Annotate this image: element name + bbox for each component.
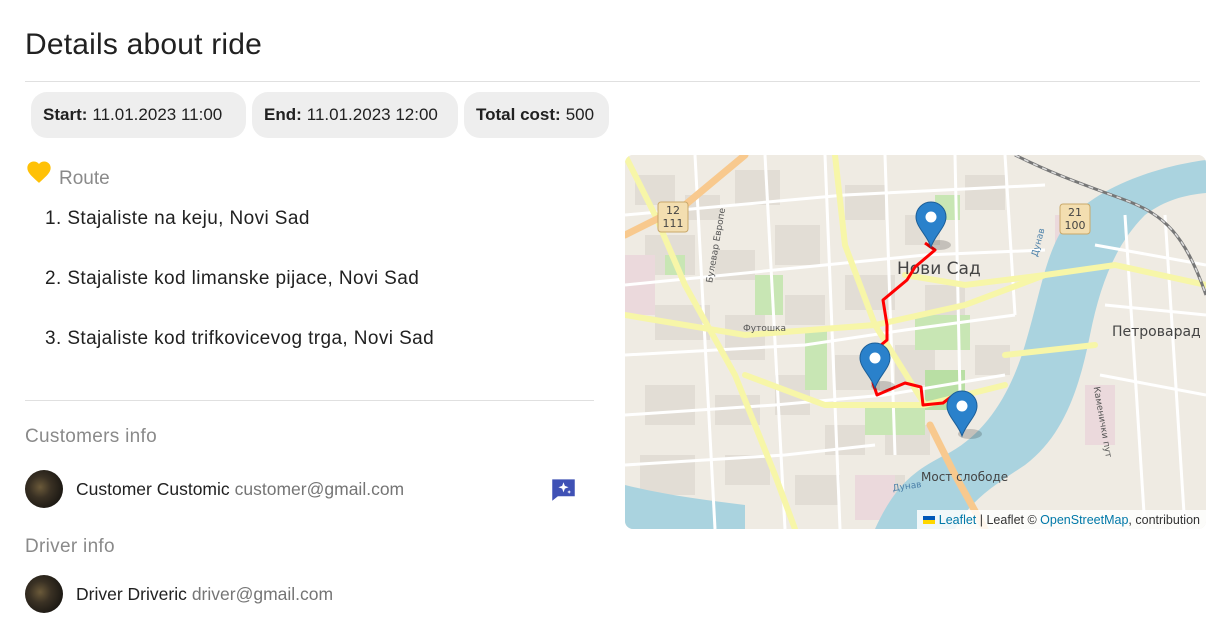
start-chip: Start: 11.01.2023 11:00 <box>31 92 246 138</box>
end-value: 11.01.2023 12:00 <box>306 105 438 124</box>
route-stops-list: 1. Stajaliste na keju, Novi Sad 2. Staja… <box>45 208 434 388</box>
avatar <box>25 470 63 508</box>
avatar <box>25 575 63 613</box>
route-stop: 1. Stajaliste na keju, Novi Sad <box>45 208 310 229</box>
map-attribution: Leaflet | Leaflet © OpenStreetMap , cont… <box>916 510 1206 529</box>
heart-icon <box>27 161 51 183</box>
route-header: Route <box>25 158 110 189</box>
customer-row: Customer Customic customer@gmail.com <box>25 470 404 508</box>
attribution-separator: | Leaflet © <box>976 512 1041 527</box>
total-cost-chip: Total cost: 500 <box>464 92 609 138</box>
driver-email: driver@gmail.com <box>191 583 334 604</box>
route-map[interactable]: 12 111 21 100 Нови Сад Петроварад Футошк… <box>625 155 1206 529</box>
shield-right-bottom: 100 <box>1065 219 1086 232</box>
map-street-label: Футошка <box>743 324 786 334</box>
map-district-label: Петроварад <box>1112 324 1201 340</box>
shield-left-top: 12 <box>666 204 680 217</box>
route-stop: 2. Stajaliste kod limanske pijace, Novi … <box>45 268 420 289</box>
page-title: Details about ride <box>25 28 263 61</box>
customers-info-heading: Customers info <box>25 426 157 447</box>
route-stop: 3. Stajaliste kod trifkovicevog trga, No… <box>45 328 435 349</box>
end-label: End: <box>264 105 302 124</box>
driver-info-heading: Driver info <box>25 536 115 557</box>
divider <box>25 400 594 401</box>
route-label: Route <box>59 168 110 189</box>
osm-link[interactable]: OpenStreetMap <box>1040 513 1128 527</box>
chat-sparkle-icon[interactable] <box>550 476 577 503</box>
start-label: Start: <box>43 105 88 124</box>
leaflet-link[interactable]: Leaflet <box>939 513 977 527</box>
customer-email: customer@gmail.com <box>234 478 405 499</box>
cost-value: 500 <box>565 105 595 124</box>
start-value: 11.01.2023 11:00 <box>92 105 223 124</box>
ukraine-flag-icon <box>922 515 935 524</box>
customer-name: Customer Customic <box>76 478 230 499</box>
map-canvas[interactable]: 12 111 21 100 Нови Сад Петроварад Футошк… <box>625 155 1206 529</box>
attribution-suffix: , contribution <box>1128 512 1200 527</box>
end-chip: End: 11.01.2023 12:00 <box>252 92 458 138</box>
map-bridge-label: Мост слободе <box>921 470 1008 484</box>
shield-right-top: 21 <box>1068 206 1082 219</box>
driver-name: Driver Driveric <box>76 583 187 604</box>
shield-left-bottom: 111 <box>663 217 684 230</box>
cost-label: Total cost: <box>476 105 561 124</box>
divider <box>25 81 1200 82</box>
driver-row: Driver Driveric driver@gmail.com <box>25 575 333 613</box>
